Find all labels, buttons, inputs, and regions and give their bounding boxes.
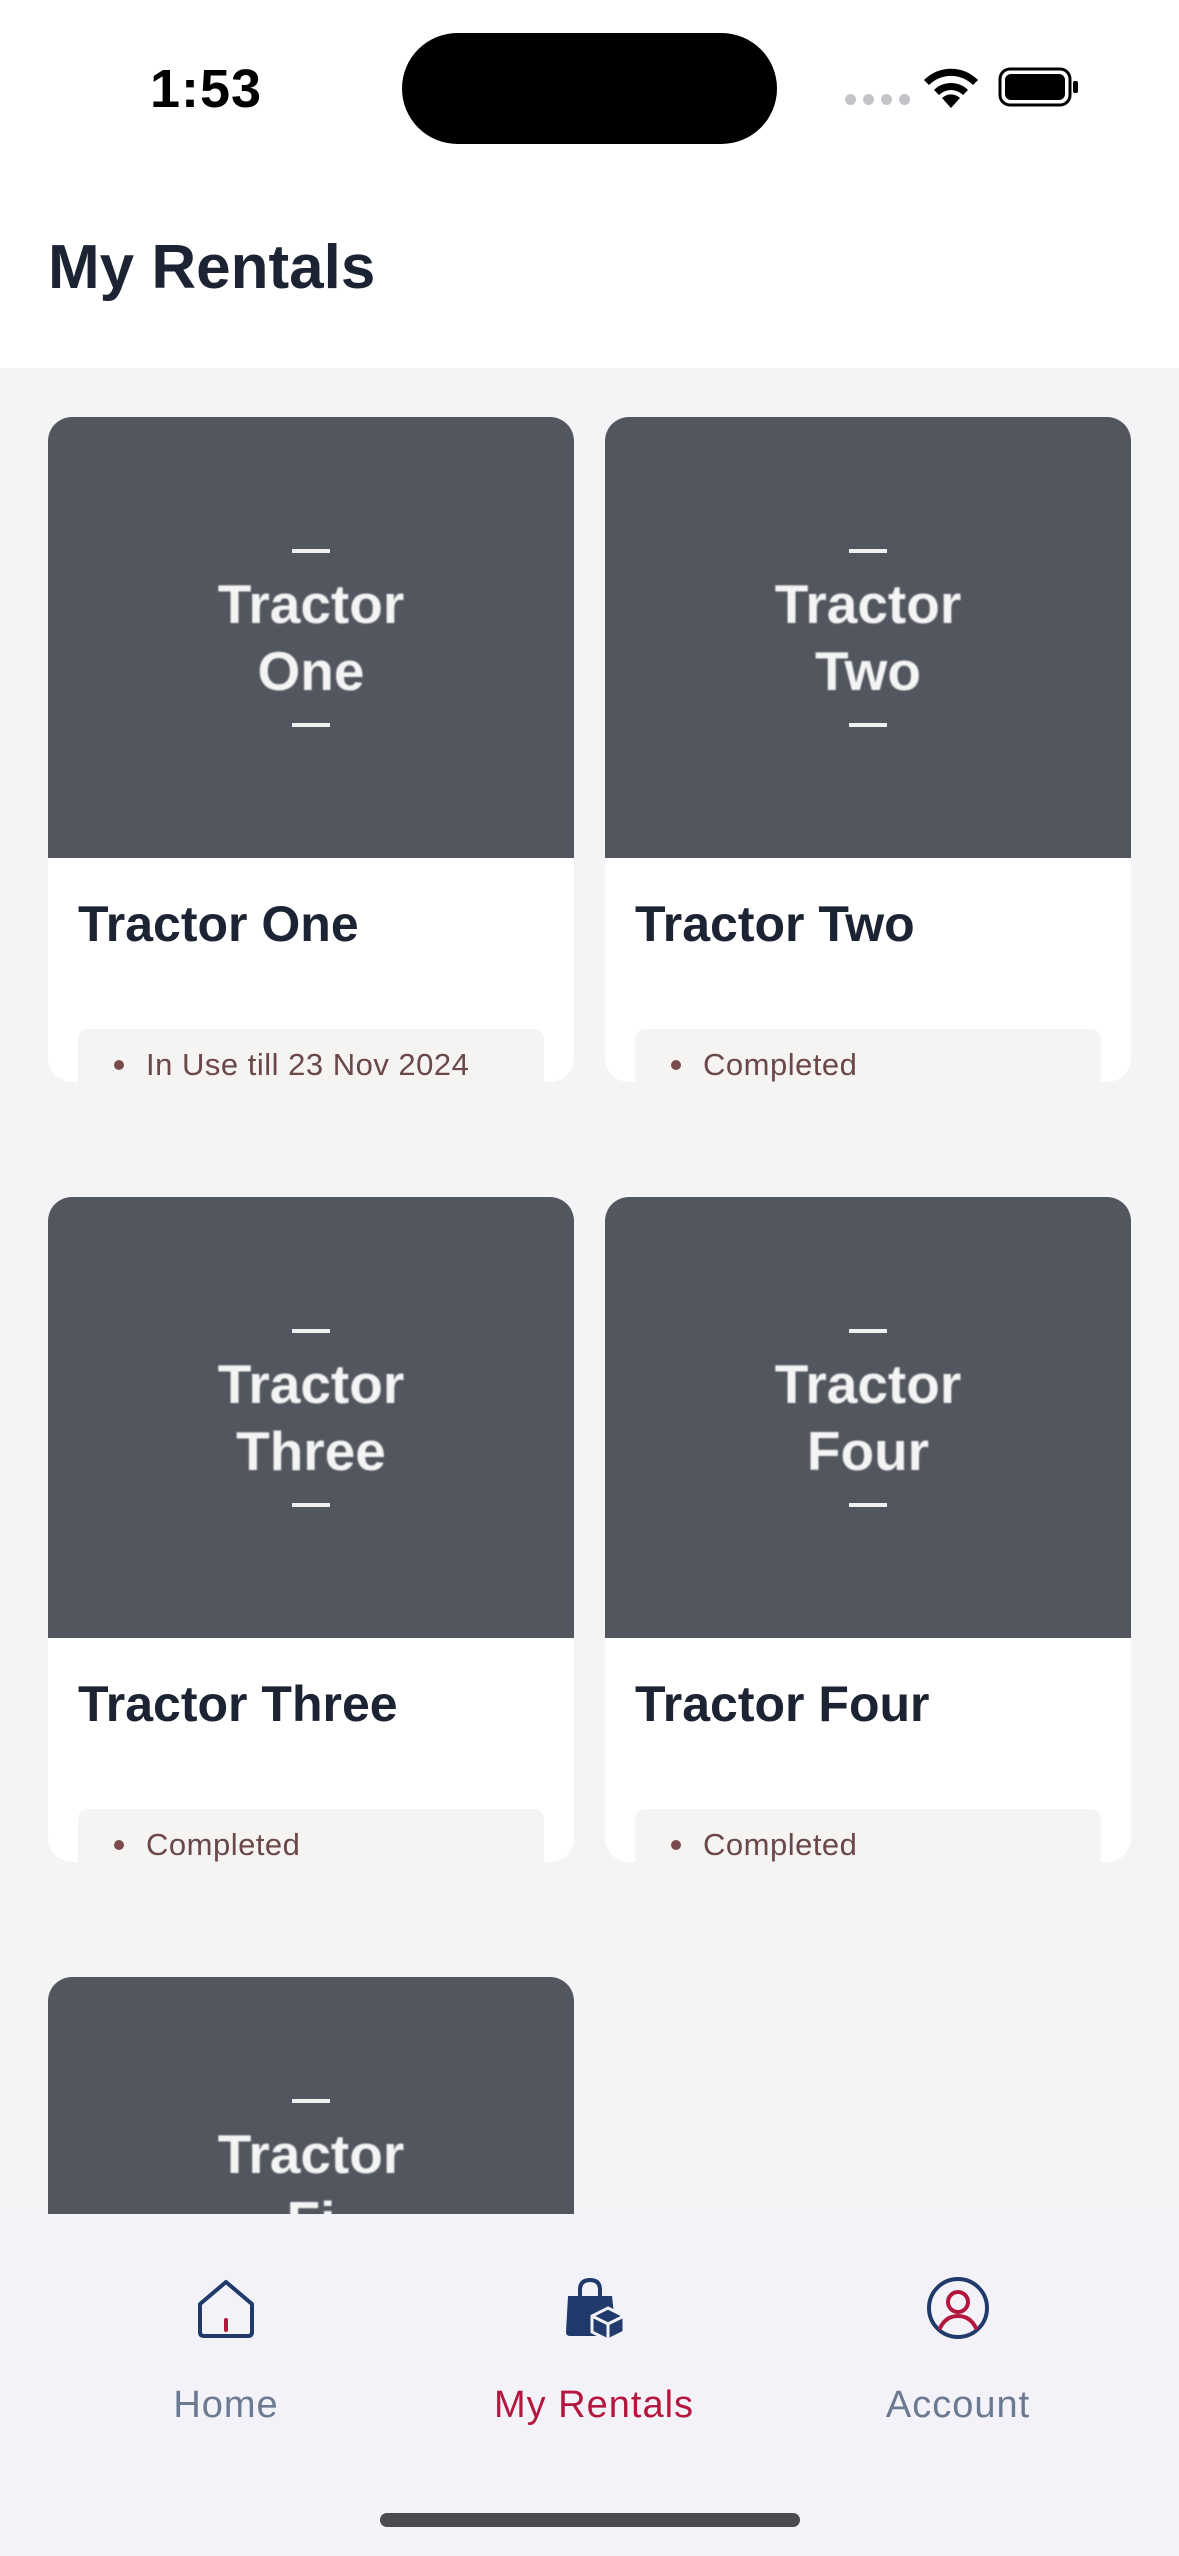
rentals-grid: Tractor One Tractor One In Use till 23 N… xyxy=(0,368,1179,2214)
status-badge: Completed xyxy=(635,1029,1101,1082)
nav-account-label: Account xyxy=(885,2384,1031,2426)
page-title: My Rentals xyxy=(48,233,376,302)
nav-my-rentals-label: My Rentals xyxy=(493,2384,695,2426)
rental-image: Tractor Fi xyxy=(48,1977,574,2214)
rental-image: Tractor One xyxy=(48,417,574,858)
rental-image: Tractor Two xyxy=(605,417,1131,858)
rentals-bag-icon xyxy=(566,2277,626,2342)
account-icon xyxy=(927,2277,989,2339)
bottom-navigation: Home My Rentals Account xyxy=(0,2214,1179,2556)
status-dot xyxy=(114,1060,124,1070)
page-header: My Rentals xyxy=(0,170,1179,368)
rental-name: Tractor Four xyxy=(635,1676,930,1732)
rental-card[interactable]: Tractor One Tractor One In Use till 23 N… xyxy=(48,417,574,1082)
status-dot xyxy=(671,1060,681,1070)
rental-card[interactable]: Tractor Two Tractor Two Completed xyxy=(605,417,1131,1082)
status-badge: Completed xyxy=(635,1809,1101,1862)
rental-image: Tractor Three xyxy=(48,1197,574,1638)
rental-name: Tractor Two xyxy=(635,896,915,952)
status-label: Completed xyxy=(146,1827,301,1862)
wifi-icon xyxy=(924,68,978,108)
status-time: 1:53 xyxy=(150,59,263,119)
rental-image-text: Tractor Four xyxy=(774,1352,962,1482)
status-dot xyxy=(671,1840,681,1850)
nav-account[interactable]: Account xyxy=(808,2256,1108,2436)
cellular-signal-icon xyxy=(845,94,910,105)
rental-card[interactable]: Tractor Four Tractor Four Completed xyxy=(605,1197,1131,1862)
rental-image: Tractor Four xyxy=(605,1197,1131,1638)
rental-name: Tractor One xyxy=(78,896,359,952)
status-dot xyxy=(114,1840,124,1850)
nav-home[interactable]: Home xyxy=(76,2256,376,2436)
rental-card[interactable]: Tractor Fi xyxy=(48,1977,574,2214)
home-icon xyxy=(198,2280,254,2338)
home-indicator[interactable] xyxy=(380,2513,800,2527)
status-badge: Completed xyxy=(78,1809,544,1862)
status-badge: In Use till 23 Nov 2024 xyxy=(78,1029,544,1082)
rental-name: Tractor Three xyxy=(78,1676,398,1732)
nav-my-rentals[interactable]: My Rentals xyxy=(444,2256,744,2436)
status-label: Completed xyxy=(703,1047,858,1082)
rental-image-text: Tractor One xyxy=(217,572,405,702)
rental-image-text: Tractor Three xyxy=(217,1352,405,1482)
status-bar: 1:53 xyxy=(0,0,1179,170)
status-label: Completed xyxy=(703,1827,858,1862)
rental-card[interactable]: Tractor Three Tractor Three Completed xyxy=(48,1197,574,1862)
rental-image-text: Tractor Fi xyxy=(217,2123,405,2214)
nav-home-label: Home xyxy=(173,2384,279,2426)
battery-icon xyxy=(998,67,1078,107)
dynamic-island xyxy=(402,33,777,144)
rental-image-text: Tractor Two xyxy=(774,572,962,702)
status-label: In Use till 23 Nov 2024 xyxy=(146,1047,470,1082)
